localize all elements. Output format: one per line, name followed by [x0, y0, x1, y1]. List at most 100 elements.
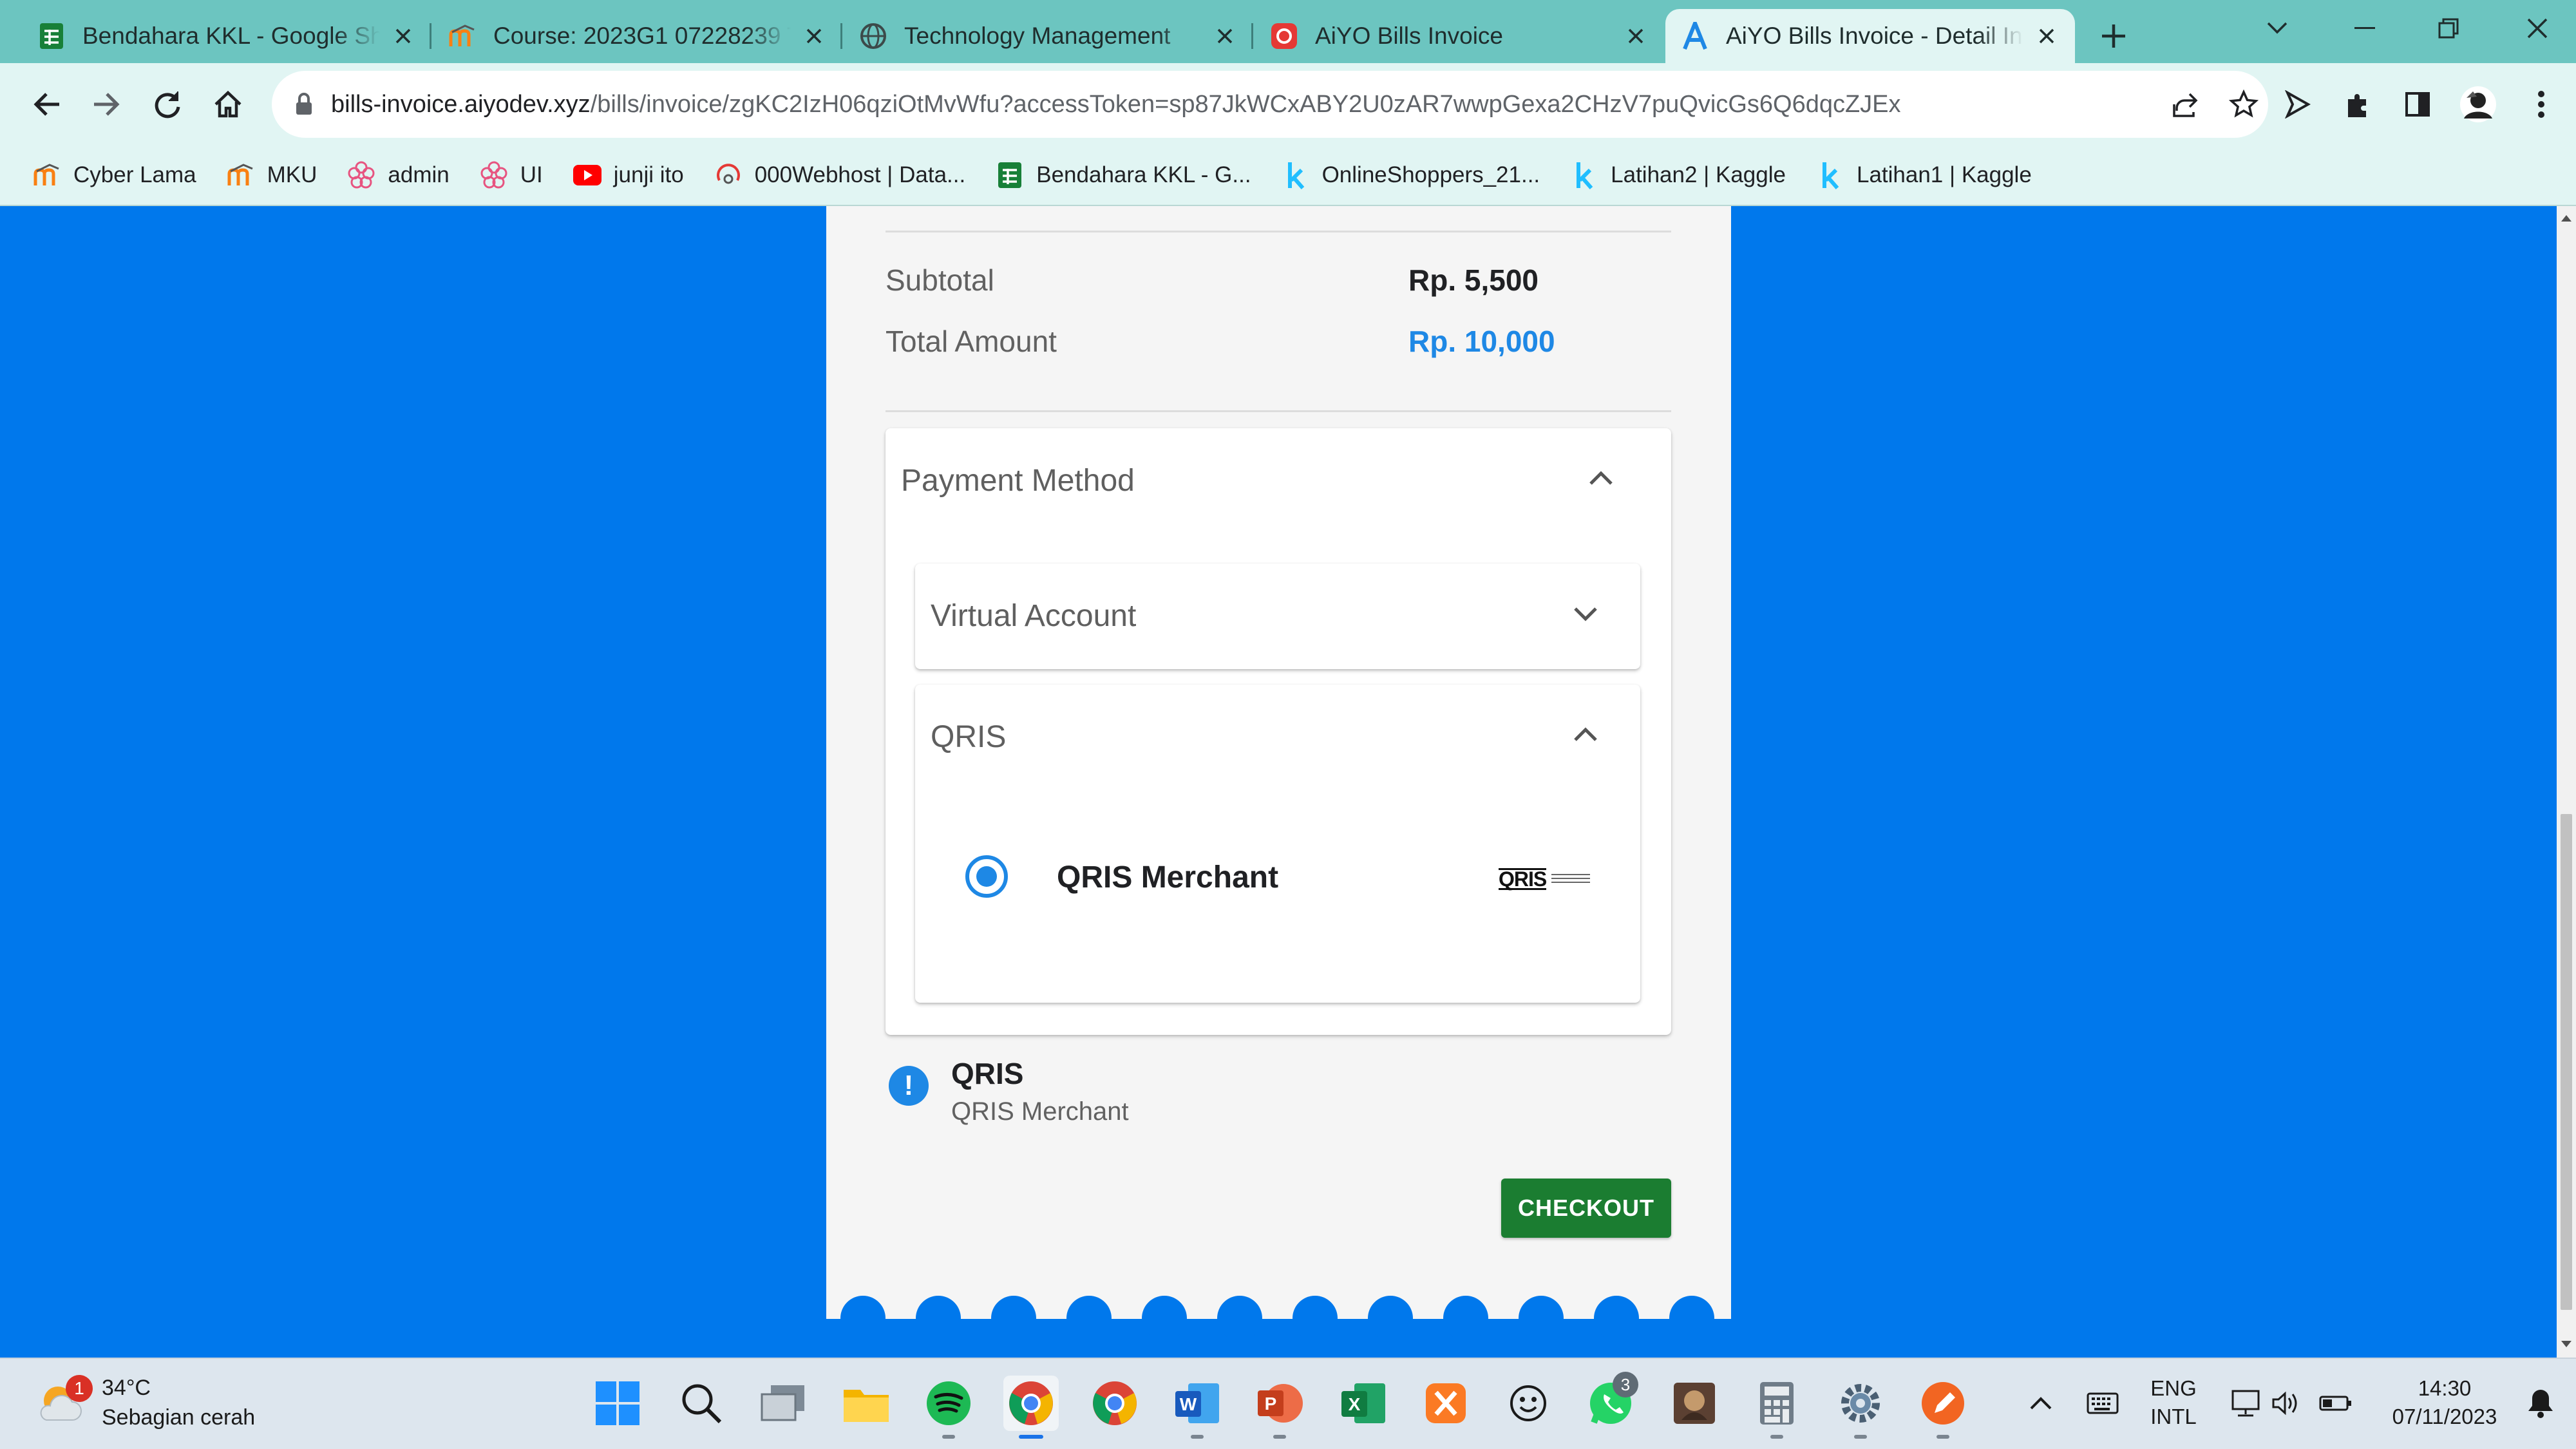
minimize-icon[interactable]	[2344, 12, 2385, 45]
close-tab-icon[interactable]	[1623, 23, 1649, 49]
battery-icon[interactable]	[2308, 1376, 2363, 1431]
bookmark-junji-ito[interactable]: junji ito	[573, 160, 684, 190]
emoji-app-icon[interactable]	[1501, 1376, 1556, 1431]
aiyo-icon	[1270, 22, 1298, 50]
scallop	[1066, 1296, 1112, 1341]
volume-icon[interactable]	[2258, 1376, 2313, 1431]
close-tab-icon[interactable]	[390, 23, 416, 49]
excel-icon[interactable]: X	[1336, 1376, 1391, 1431]
tab-aiyo-detail-invoice[interactable]: AiYO Bills Invoice - Detail Invoice	[1665, 9, 2075, 63]
tab-course[interactable]: Course: 2023G1 07228239 Technology Manag…	[433, 9, 842, 63]
chevron-up-icon[interactable]	[1585, 462, 1617, 494]
input-language[interactable]: ENG INTL	[2138, 1374, 2209, 1431]
invoice-card: Subtotal Rp. 5,500 Total Amount Rp. 10,0…	[826, 206, 1731, 1341]
page-scrollbar[interactable]	[2557, 206, 2576, 1358]
qris-logo-caption	[1551, 874, 1591, 884]
whatsapp-icon[interactable]: 3	[1583, 1372, 1638, 1431]
xampp-icon[interactable]	[1418, 1376, 1473, 1431]
drawing-app-icon[interactable]	[1915, 1376, 1971, 1439]
checkout-button[interactable]: CHECKOUT	[1501, 1179, 1671, 1238]
chrome-icon-active[interactable]	[1003, 1376, 1059, 1439]
tab-search-icon[interactable]	[2257, 12, 2298, 45]
payment-method-title[interactable]: Payment Method	[901, 463, 1135, 498]
chrome-icon[interactable]	[1087, 1376, 1142, 1431]
bookmark-cyber-lama[interactable]: Cyber Lama	[32, 160, 196, 190]
close-tab-icon[interactable]	[1212, 23, 1238, 49]
bookmark-admin[interactable]: admin	[346, 160, 450, 190]
close-window-icon[interactable]	[2517, 12, 2558, 45]
bookmark-star-icon[interactable]	[2223, 84, 2264, 125]
webhost-icon	[714, 160, 743, 190]
bookmark-000webhost[interactable]: 000Webhost | Data...	[714, 160, 965, 190]
side-panel-icon[interactable]	[2396, 82, 2439, 126]
bookmark-label: UI	[520, 162, 543, 187]
notification-bell-icon[interactable]	[2518, 1376, 2563, 1431]
new-tab-button[interactable]	[2094, 17, 2133, 55]
globe-icon	[859, 22, 887, 50]
tab-aiyo-bills[interactable]: AiYO Bills Invoice	[1255, 9, 1664, 63]
reload-icon[interactable]	[146, 82, 189, 126]
forward-icon[interactable]	[85, 82, 129, 126]
scroll-down-arrow[interactable]	[2561, 1341, 2571, 1347]
tab-bendahara-sheets[interactable]: Bendahara KKL - Google Sheets	[22, 9, 431, 63]
chevron-down-icon[interactable]	[1569, 598, 1602, 630]
bookmark-ui[interactable]: UI	[479, 160, 543, 190]
bookmark-label: admin	[388, 162, 450, 187]
task-view-icon[interactable]	[756, 1376, 811, 1431]
game-app-icon[interactable]	[1667, 1376, 1722, 1431]
qris-accordion[interactable]: QRIS QRIS Merchant QRIS	[915, 685, 1640, 1003]
send-extension-icon[interactable]	[2276, 82, 2320, 126]
address-bar[interactable]: bills-invoice.aiyodev.xyz/bills/invoice/…	[272, 71, 2268, 138]
close-tab-icon[interactable]	[2034, 23, 2060, 49]
tab-title: AiYO Bills Invoice	[1315, 23, 1503, 49]
share-icon[interactable]	[2164, 84, 2205, 125]
bookmark-latihan2-kaggle[interactable]: Latihan2 | Kaggle	[1569, 160, 1786, 190]
whatsapp-badge: 3	[1613, 1372, 1638, 1397]
bookmark-mku[interactable]: MKU	[226, 160, 317, 190]
tray-chevron-up-icon[interactable]	[2013, 1376, 2069, 1431]
tab-title: Bendahara KKL - Google Sheets	[82, 23, 380, 49]
divider	[886, 410, 1671, 412]
tab-strip: Bendahara KKL - Google Sheets Course: 20…	[0, 0, 2576, 63]
keyboard-icon[interactable]	[2075, 1376, 2130, 1431]
settings-gear-icon[interactable]	[1833, 1376, 1888, 1439]
bookmark-onlineshoppers[interactable]: OnlineShoppers_21...	[1281, 160, 1540, 190]
word-icon[interactable]: W	[1170, 1376, 1225, 1439]
restore-icon[interactable]	[2428, 12, 2469, 45]
file-explorer-icon[interactable]	[838, 1376, 894, 1431]
weather-desc: Sebagian cerah	[102, 1405, 256, 1430]
divider	[886, 231, 1671, 232]
powerpoint-icon[interactable]: P	[1252, 1376, 1307, 1439]
tab-technology-management[interactable]: Technology Management	[844, 9, 1253, 63]
clock-time: 14:30	[2418, 1376, 2472, 1400]
calculator-icon[interactable]	[1749, 1376, 1804, 1439]
extensions-puzzle-icon[interactable]	[2336, 82, 2380, 126]
bookmark-bendahara-kkl[interactable]: Bendahara KKL - G...	[995, 160, 1251, 190]
weather-widget[interactable]: 1 34°C Sebagian cerah	[33, 1373, 255, 1432]
spotify-icon[interactable]	[921, 1376, 976, 1439]
tab-divider	[430, 23, 431, 49]
menu-kebab-icon[interactable]	[2519, 82, 2563, 126]
search-icon[interactable]	[674, 1376, 729, 1431]
clock[interactable]: 14:30 07/11/2023	[2374, 1374, 2515, 1431]
lock-icon[interactable]	[291, 91, 317, 117]
back-icon[interactable]	[24, 82, 68, 126]
running-indicator	[1937, 1435, 1949, 1439]
bookmark-latihan1-kaggle[interactable]: Latihan1 | Kaggle	[1815, 160, 2032, 190]
profile-avatar[interactable]	[2456, 82, 2500, 126]
qris-merchant-radio[interactable]	[965, 855, 1008, 898]
keyboard-layout: INTL	[2150, 1405, 2197, 1428]
scrollbar-thumb[interactable]	[2561, 814, 2572, 1310]
home-icon[interactable]	[206, 82, 250, 126]
tab-title: AiYO Bills Invoice - Detail Invoice	[1726, 23, 2023, 49]
qris-logo: QRIS	[1499, 866, 1612, 892]
running-indicator	[1770, 1435, 1783, 1439]
close-tab-icon[interactable]	[801, 23, 827, 49]
tab-divider	[1251, 23, 1253, 49]
start-windows-icon[interactable]	[590, 1376, 645, 1431]
chevron-up-icon[interactable]	[1569, 718, 1602, 750]
receipt-scalloped-edge	[826, 1296, 1731, 1341]
scroll-up-arrow[interactable]	[2561, 215, 2571, 222]
url-text: bills-invoice.aiyodev.xyz/bills/invoice/…	[331, 91, 1901, 118]
virtual-account-accordion[interactable]: Virtual Account	[915, 564, 1640, 669]
